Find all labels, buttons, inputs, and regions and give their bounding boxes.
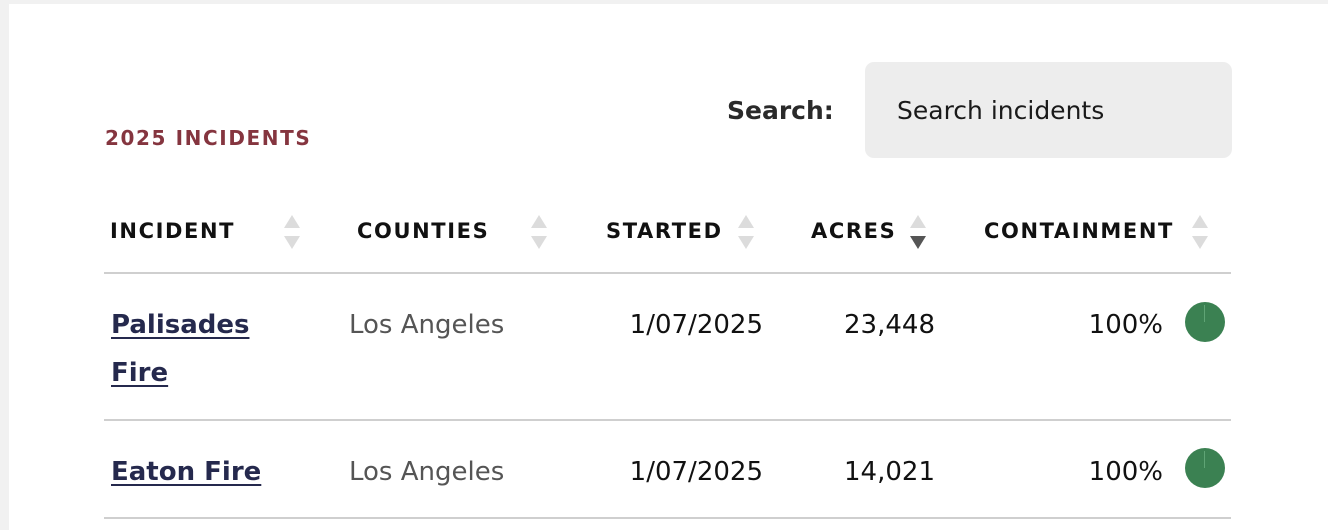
containment-cell: 100% bbox=[1088, 310, 1163, 340]
sort-descending-icon bbox=[284, 236, 300, 249]
column-header-label: INCIDENT bbox=[110, 219, 236, 243]
counties-cell: Los Angeles bbox=[349, 457, 505, 487]
containment-pie-icon bbox=[1185, 448, 1225, 488]
incident-link[interactable]: Eaton Fire bbox=[111, 457, 261, 487]
column-header-incident[interactable]: INCIDENT bbox=[110, 190, 235, 272]
column-header-containment[interactable]: CONTAINMENT bbox=[984, 190, 1174, 272]
containment-pie-icon bbox=[1185, 302, 1225, 342]
incidents-panel: 2025 INCIDENTS Search: INCIDENT COUNTIES… bbox=[9, 4, 1328, 530]
sort-icon-counties[interactable] bbox=[530, 214, 548, 254]
started-cell: 1/07/2025 bbox=[629, 310, 763, 340]
column-header-acres[interactable]: ACRES bbox=[811, 190, 896, 272]
containment-cell: 100% bbox=[1088, 457, 1163, 487]
table-row: Eaton Fire Los Angeles 1/07/2025 14,021 … bbox=[104, 421, 1231, 519]
counties-cell: Los Angeles bbox=[349, 310, 505, 340]
search-label: Search: bbox=[727, 95, 834, 125]
column-header-started[interactable]: STARTED bbox=[606, 190, 723, 272]
sort-descending-icon bbox=[531, 236, 547, 249]
sort-icon-started[interactable] bbox=[737, 214, 755, 254]
sort-ascending-icon bbox=[910, 215, 926, 228]
sort-ascending-icon bbox=[284, 215, 300, 228]
column-header-label: STARTED bbox=[606, 219, 723, 243]
incident-link[interactable]: Palisades Fire bbox=[111, 310, 249, 388]
column-header-counties[interactable]: COUNTIES bbox=[357, 190, 489, 272]
sort-descending-icon bbox=[738, 236, 754, 249]
sort-icon-acres[interactable] bbox=[909, 214, 927, 254]
incidents-table: INCIDENT COUNTIES STARTED ACRES CONTAINM… bbox=[104, 190, 1231, 519]
sort-ascending-icon bbox=[738, 215, 754, 228]
acres-cell: 23,448 bbox=[844, 310, 935, 340]
column-header-label: ACRES bbox=[811, 219, 897, 243]
sort-ascending-icon bbox=[531, 215, 547, 228]
incident-cell: Palisades Fire bbox=[111, 301, 271, 397]
sort-icon-containment[interactable] bbox=[1191, 214, 1209, 254]
sort-ascending-icon bbox=[1192, 215, 1208, 228]
acres-cell: 14,021 bbox=[844, 457, 935, 487]
table-header: INCIDENT COUNTIES STARTED ACRES CONTAINM… bbox=[104, 190, 1231, 274]
incident-cell: Eaton Fire bbox=[111, 448, 271, 496]
search-input[interactable] bbox=[865, 62, 1232, 158]
table-row: Palisades Fire Los Angeles 1/07/2025 23,… bbox=[104, 274, 1231, 421]
sort-icon-incident[interactable] bbox=[283, 214, 301, 254]
search-bar: Search: bbox=[727, 62, 1232, 158]
sort-descending-icon bbox=[1192, 236, 1208, 249]
sort-descending-icon bbox=[910, 236, 926, 249]
started-cell: 1/07/2025 bbox=[629, 457, 763, 487]
column-header-label: COUNTIES bbox=[357, 219, 490, 243]
column-header-label: CONTAINMENT bbox=[984, 219, 1174, 243]
section-title: 2025 INCIDENTS bbox=[105, 126, 312, 150]
